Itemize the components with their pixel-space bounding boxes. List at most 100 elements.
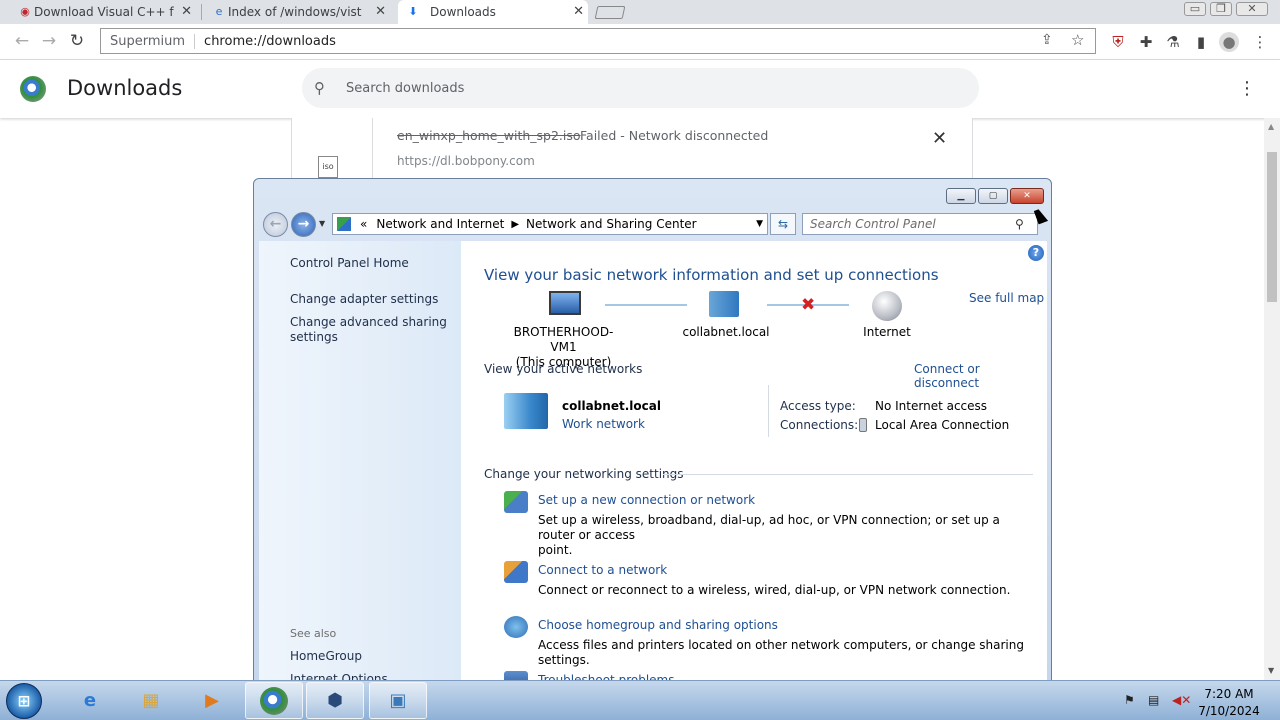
ie-page-icon: e bbox=[215, 4, 223, 18]
opera-icon: ◉ bbox=[20, 4, 30, 18]
change-adapter-settings-link[interactable]: Change adapter settings bbox=[290, 292, 438, 307]
search-input[interactable] bbox=[346, 80, 946, 96]
divider bbox=[372, 118, 373, 180]
search-icon: ⚲ bbox=[314, 79, 325, 97]
network-status-icon[interactable]: ▤ bbox=[1148, 693, 1159, 707]
close-tab-icon[interactable]: ✕ bbox=[181, 4, 192, 19]
profile-avatar-icon[interactable]: ● bbox=[1219, 32, 1239, 52]
browser-logo-icon bbox=[20, 76, 46, 102]
iso-file-icon: iso bbox=[318, 156, 338, 178]
menu-dots-icon[interactable]: ⋮ bbox=[1250, 32, 1270, 52]
computer-icon[interactable] bbox=[549, 291, 581, 315]
homegroup-sharing-link[interactable]: Choose homegroup and sharing options bbox=[538, 618, 778, 632]
refresh-icon[interactable]: ⇆ bbox=[770, 213, 796, 235]
file-explorer-icon[interactable]: ▦ bbox=[122, 682, 180, 719]
work-network-icon[interactable] bbox=[504, 393, 548, 429]
no-connection-x-icon[interactable]: ✖ bbox=[801, 295, 815, 315]
close-window-button[interactable]: ✕ bbox=[1236, 2, 1268, 16]
supermium-browser-icon[interactable] bbox=[245, 682, 303, 719]
clock-date[interactable]: 7/10/2024 bbox=[1193, 704, 1265, 718]
more-actions-icon[interactable]: ⋮ bbox=[1238, 78, 1256, 99]
download-filename[interactable]: en_winxp_home_with_sp2.iso bbox=[397, 128, 581, 143]
ublock-icon[interactable]: ⛨ bbox=[1108, 32, 1128, 52]
share-icon[interactable]: ⇪ bbox=[1041, 32, 1053, 48]
start-button[interactable]: ⊞ bbox=[6, 683, 42, 719]
cp-back-icon[interactable]: ← bbox=[263, 212, 288, 237]
download-url[interactable]: https://dl.bobpony.com bbox=[397, 154, 535, 168]
tab-downloads[interactable]: ⬇ Downloads ✕ bbox=[398, 0, 588, 24]
tab-title: Index of /windows/vist bbox=[228, 5, 362, 19]
address-bar[interactable]: Supermium chrome://downloads ⇪ ☆ bbox=[100, 28, 1096, 54]
scroll-thumb[interactable] bbox=[1267, 152, 1277, 302]
remove-download-icon[interactable]: ✕ bbox=[932, 128, 947, 149]
breadcrumb-network-internet[interactable]: Network and Internet bbox=[376, 217, 504, 231]
tab-download-visual-cpp[interactable]: ◉ Download Visual C++ f ✕ bbox=[14, 0, 196, 24]
close-tab-icon[interactable]: ✕ bbox=[375, 4, 386, 19]
homegroup-link[interactable]: HomeGroup bbox=[290, 649, 362, 664]
breadcrumb-sharing-center[interactable]: Network and Sharing Center bbox=[526, 217, 697, 231]
desc-line: Set up a wireless, broadband, dial-up, a… bbox=[538, 513, 1000, 542]
restore-button[interactable]: ❐ bbox=[1210, 2, 1232, 16]
lab-flask-icon[interactable]: ⚗ bbox=[1163, 32, 1183, 52]
site-chip: Supermium bbox=[110, 33, 196, 49]
change-advanced-sharing-link[interactable]: Change advanced sharing settings bbox=[290, 315, 447, 345]
media-player-icon[interactable]: ▶ bbox=[183, 682, 241, 719]
forward-icon[interactable]: → bbox=[38, 30, 60, 52]
connect-to-network-link[interactable]: Connect to a network bbox=[538, 563, 667, 577]
network-type-link[interactable]: Work network bbox=[562, 417, 645, 431]
address-dropdown-icon[interactable]: ▼ bbox=[756, 219, 763, 229]
back-icon[interactable]: ← bbox=[11, 30, 33, 52]
control-panel-taskbar-icon[interactable]: ▣ bbox=[369, 682, 427, 719]
cp-forward-icon[interactable]: → bbox=[291, 212, 316, 237]
desc-line: point. bbox=[538, 543, 573, 557]
internet-globe-icon[interactable] bbox=[872, 291, 902, 321]
scroll-down-arrow-icon[interactable]: ▼ bbox=[1268, 666, 1274, 675]
cp-close-button[interactable]: ✕ bbox=[1010, 188, 1044, 204]
cp-maximize-button[interactable]: ▢ bbox=[978, 188, 1008, 204]
internet-explorer-icon[interactable]: e bbox=[61, 682, 119, 719]
homegroup-sharing-desc: Access files and printers located on oth… bbox=[538, 638, 1024, 667]
volume-muted-icon[interactable]: ◀✕ bbox=[1172, 693, 1191, 707]
bookmark-star-icon[interactable]: ☆ bbox=[1071, 31, 1084, 49]
connect-or-disconnect-link[interactable]: Connect or disconnect bbox=[914, 362, 1047, 390]
computer-name: BROTHERHOOD-VM1 bbox=[513, 325, 614, 354]
tab-index-windows[interactable]: e Index of /windows/vist ✕ bbox=[208, 0, 390, 24]
recent-pages-dropdown-icon[interactable]: ▼ bbox=[319, 219, 325, 228]
reload-icon[interactable]: ↻ bbox=[66, 30, 88, 52]
homegroup-icon bbox=[504, 616, 528, 638]
help-icon[interactable]: ? bbox=[1028, 245, 1044, 261]
cp-address-bar[interactable]: « Network and Internet ▶ Network and Sha… bbox=[332, 213, 768, 235]
page-scrollbar[interactable]: ▲ ▼ bbox=[1264, 118, 1280, 680]
connect-network-icon bbox=[504, 561, 528, 583]
minimize-button[interactable]: ▭ bbox=[1184, 2, 1206, 16]
download-icon: ⬇ bbox=[408, 4, 418, 18]
search-icon[interactable]: ⚲ bbox=[1015, 217, 1024, 231]
scroll-up-arrow-icon[interactable]: ▲ bbox=[1268, 122, 1274, 131]
setup-new-connection-link[interactable]: Set up a new connection or network bbox=[538, 493, 755, 507]
virtualbox-icon[interactable]: ⬢ bbox=[306, 682, 364, 719]
side-panel-icon[interactable]: ▮ bbox=[1191, 32, 1211, 52]
access-type-label: Access type: bbox=[780, 399, 856, 413]
close-tab-icon[interactable]: ✕ bbox=[573, 4, 584, 19]
taskbar: ⊞ e ▦ ▶ ⬢ ▣ ⚑ ▤ ◀✕ 7:20 AM 7/10/2024 bbox=[0, 680, 1280, 720]
connect-to-network-desc: Connect or reconnect to a wireless, wire… bbox=[538, 583, 1011, 597]
clock-time[interactable]: 7:20 AM bbox=[1193, 687, 1265, 701]
downloads-search[interactable]: ⚲ bbox=[302, 68, 979, 108]
see-full-map-link[interactable]: See full map bbox=[969, 291, 1044, 305]
cp-search-input[interactable] bbox=[810, 217, 1015, 231]
cp-content: Control Panel Home Change adapter settin… bbox=[259, 241, 1047, 687]
action-center-flag-icon[interactable]: ⚑ bbox=[1124, 693, 1135, 707]
control-panel-home-link[interactable]: Control Panel Home bbox=[290, 256, 409, 271]
new-tab-button[interactable] bbox=[594, 6, 626, 19]
breadcrumb-overflow[interactable]: « bbox=[360, 217, 367, 231]
domain-network-icon[interactable] bbox=[709, 291, 739, 317]
tab-separator bbox=[201, 4, 202, 20]
cp-search-box[interactable]: ⚲ bbox=[802, 213, 1038, 235]
local-area-connection-link[interactable]: Local Area Connection bbox=[875, 418, 1009, 432]
breadcrumb-chevron-icon[interactable]: ▶ bbox=[511, 219, 519, 230]
network-sharing-center-window: ▁ ▢ ✕ ← → ▼ « Network and Internet ▶ Net… bbox=[253, 178, 1052, 688]
settings-section-title: Change your networking settings bbox=[484, 467, 684, 481]
setup-new-connection-desc: Set up a wireless, broadband, dial-up, a… bbox=[538, 513, 1038, 558]
cp-minimize-button[interactable]: ▁ bbox=[946, 188, 976, 204]
extensions-icon[interactable]: ✚ bbox=[1136, 32, 1156, 52]
